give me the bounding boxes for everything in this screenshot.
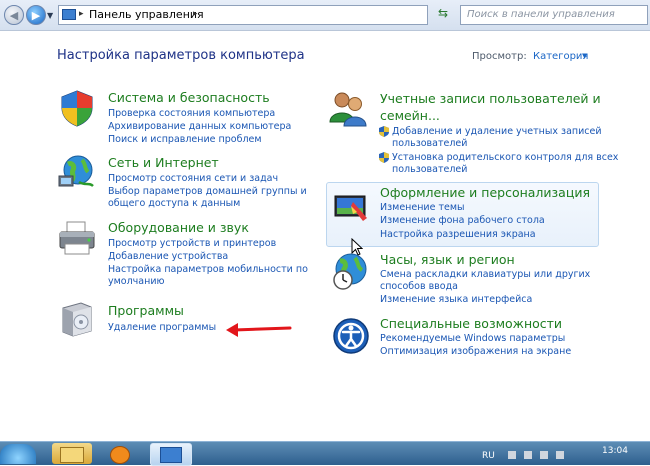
link-add-remove-accounts[interactable]: Добавление и удаление учетных записей: [392, 126, 602, 138]
link-change-keyboards[interactable]: Смена раскладки клавиатуры или других: [380, 269, 590, 281]
link-change-desktop-background[interactable]: Изменение фона рабочего стола: [380, 215, 545, 227]
users-icon[interactable]: [328, 88, 368, 128]
link-uninstall-program[interactable]: Удаление программы: [108, 322, 216, 334]
category-title-user-accounts-cont[interactable]: семейн...: [380, 108, 440, 123]
link-parental-controls-cont[interactable]: пользователей: [392, 164, 467, 176]
tray-icon[interactable]: [524, 451, 532, 459]
red-arrow-annotation: [226, 323, 292, 337]
link-add-device[interactable]: Добавление устройства: [108, 251, 228, 263]
link-recommended-settings[interactable]: Рекомендуемые Windows параметры: [380, 333, 565, 345]
control-panel-icon: [62, 9, 76, 20]
category-title-clock-region[interactable]: Часы, язык и регион: [380, 252, 515, 267]
shield-icon[interactable]: [57, 88, 97, 128]
uac-shield-icon: [379, 126, 389, 137]
link-network-status[interactable]: Просмотр состояния сети и задач: [108, 173, 278, 185]
chevron-right-icon[interactable]: ▸: [79, 9, 84, 19]
arrow-right-icon: ▶: [31, 8, 41, 22]
back-button[interactable]: ◀: [4, 5, 24, 25]
link-troubleshoot[interactable]: Поиск и исправление проблем: [108, 134, 262, 146]
system-tray-icons[interactable]: [506, 450, 566, 460]
accessibility-icon[interactable]: [331, 316, 371, 356]
control-panel-icon: [160, 447, 182, 463]
category-title-user-accounts[interactable]: Учетные записи пользователей и: [380, 91, 601, 106]
search-input[interactable]: Поиск в панели управления: [460, 5, 648, 25]
appearance-icon[interactable]: [331, 188, 371, 228]
link-change-display-language[interactable]: Изменение языка интерфейса: [380, 294, 532, 306]
forward-button[interactable]: ▶: [26, 5, 46, 25]
category-title-network-internet[interactable]: Сеть и Интернет: [108, 155, 219, 170]
link-homegroup-options-cont[interactable]: общего доступа к данным: [108, 198, 240, 210]
tray-icon[interactable]: [508, 451, 516, 459]
explorer-taskbar-button[interactable]: [52, 443, 92, 464]
clock-globe-icon[interactable]: [331, 251, 371, 291]
media-player-taskbar-button[interactable]: [100, 443, 140, 464]
uac-shield-icon: [379, 152, 389, 163]
category-title-ease-of-access[interactable]: Специальные возможности: [380, 316, 562, 331]
link-check-computer-status[interactable]: Проверка состояния компьютера: [108, 108, 275, 120]
clock[interactable]: 13:04: [602, 446, 628, 456]
link-optimize-display[interactable]: Оптимизация изображения на экране: [380, 346, 571, 358]
page-title: Настройка параметров компьютера: [57, 48, 305, 63]
folder-icon: [60, 447, 84, 463]
programs-icon[interactable]: [57, 298, 97, 338]
link-parental-controls[interactable]: Установка родительского контроля для все…: [392, 152, 618, 164]
link-devices-printers[interactable]: Просмотр устройств и принтеров: [108, 238, 276, 250]
chevron-right-icon[interactable]: ▸: [193, 9, 198, 19]
category-title-system-security[interactable]: Система и безопасность: [108, 90, 270, 105]
breadcrumb[interactable]: ▸ Панель управления ▸ ▼: [58, 5, 473, 25]
view-by-label: Просмотр:: [472, 51, 527, 62]
view-by-dropdown[interactable]: Категория: [533, 51, 588, 62]
link-screen-resolution[interactable]: Настройка разрешения экрана: [380, 229, 536, 241]
refresh-button[interactable]: ⇆: [432, 6, 454, 24]
link-change-theme[interactable]: Изменение темы: [380, 202, 465, 214]
network-globe-icon[interactable]: [57, 152, 97, 192]
refresh-icon: ⇆: [437, 6, 449, 20]
network-tray-icon[interactable]: [540, 451, 548, 459]
category-title-appearance[interactable]: Оформление и персонализация: [380, 185, 590, 200]
link-homegroup-options[interactable]: Выбор параметров домашней группы и: [108, 186, 307, 198]
media-player-icon: [110, 446, 130, 464]
chevron-down-icon[interactable]: ▼: [582, 52, 587, 60]
category-title-hardware-sound[interactable]: Оборудование и звук: [108, 220, 249, 235]
language-indicator[interactable]: RU: [482, 451, 495, 461]
link-change-keyboards-cont[interactable]: способов ввода: [380, 281, 458, 293]
volume-tray-icon[interactable]: [556, 451, 564, 459]
category-title-programs[interactable]: Программы: [108, 303, 184, 318]
breadcrumb-item-control-panel[interactable]: Панель управления: [89, 8, 204, 21]
link-add-remove-accounts-cont[interactable]: пользователей: [392, 138, 467, 150]
link-mobility-settings-cont[interactable]: умолчанию: [108, 276, 165, 288]
link-mobility-settings[interactable]: Настройка параметров мобильности по: [108, 264, 308, 276]
arrow-left-icon: ◀: [9, 8, 19, 22]
link-backup-computer[interactable]: Архивирование данных компьютера: [108, 121, 291, 133]
printer-icon[interactable]: [57, 218, 97, 258]
recent-pages-dropdown[interactable]: ▼: [47, 11, 53, 20]
start-button[interactable]: [0, 444, 36, 464]
control-panel-taskbar-button[interactable]: [150, 443, 192, 466]
